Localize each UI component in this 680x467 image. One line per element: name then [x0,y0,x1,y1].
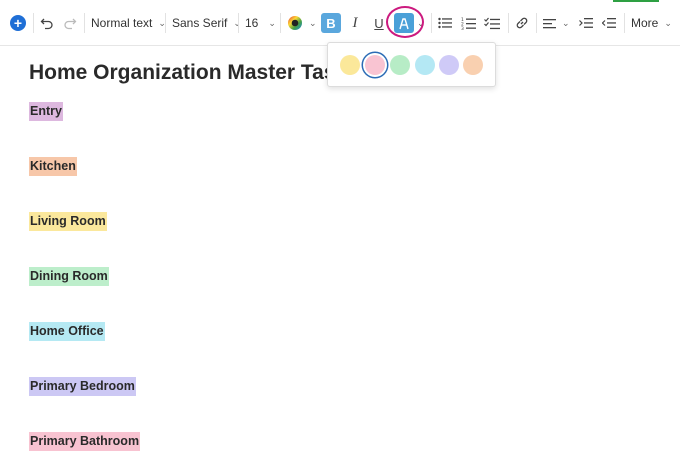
insert-button[interactable]: + [10,11,26,35]
section-heading-home-office: Home Office [29,322,105,341]
swatch-peach[interactable] [463,55,483,75]
section-heading-kitchen: Kitchen [29,157,77,176]
outdent-icon [602,18,616,28]
text-color-button[interactable]: ⌄ [287,11,317,35]
section-heading-primary-bathroom: Primary Bathroom [29,432,141,451]
swatch-cyan[interactable] [415,55,435,75]
toolbar-divider [536,13,537,33]
color-wheel-icon [288,16,302,30]
numbered-list-icon: 1 2 3 [461,17,476,30]
italic-button[interactable]: I [348,11,362,35]
highlight-annotation-circle [386,6,424,38]
page-title: Home Organization Master Tas [29,61,336,84]
toolbar-divider [165,13,166,33]
underline-button[interactable]: U [372,11,386,35]
more-label: More [631,16,659,30]
redo-icon [64,18,77,30]
swatch-green[interactable] [390,55,410,75]
outdent-button[interactable] [601,11,617,35]
chevron-down-icon: ⌄ [562,17,570,28]
status-indicator [613,0,659,2]
toolbar-divider [624,13,625,33]
editor-toolbar: + Normal text ⌄ Sans Serif ⌄ 16 ⌄ [0,0,680,46]
swatch-lavender[interactable] [439,55,459,75]
checklist-button[interactable] [483,11,501,35]
bold-button[interactable]: B [321,11,341,35]
underline-icon: U [374,15,384,31]
swatch-pink[interactable] [365,55,385,75]
toolbar-divider [431,13,432,33]
undo-button[interactable] [38,11,56,35]
toolbar-divider [508,13,509,33]
link-icon [516,17,528,29]
indent-icon [579,18,593,28]
toolbar-divider [238,13,239,33]
text-style-label: Normal text [91,16,153,30]
text-style-dropdown[interactable]: Normal text ⌄ [91,11,166,35]
align-left-icon [543,18,556,28]
chevron-down-icon: ⌄ [268,17,276,28]
italic-icon: I [352,14,358,31]
more-dropdown[interactable]: More ⌄ [631,11,672,35]
font-family-dropdown[interactable]: Sans Serif ⌄ [172,11,241,35]
chevron-down-icon: ⌄ [664,17,672,28]
section-heading-living-room: Living Room [29,212,107,231]
redo-button[interactable] [61,11,79,35]
section-heading-primary-bedroom: Primary Bedroom [29,377,136,396]
plus-icon: + [10,15,26,31]
align-dropdown[interactable]: ⌄ [543,11,570,35]
toolbar-divider [33,13,34,33]
bullet-list-button[interactable] [437,11,453,35]
highlight-color-palette [327,42,496,87]
svg-text:3: 3 [461,26,464,30]
bullet-list-icon [438,17,452,29]
font-family-label: Sans Serif [172,16,228,30]
section-heading-entry: Entry [29,102,63,121]
link-button[interactable] [514,11,530,35]
font-size-dropdown[interactable]: 16 ⌄ [245,11,276,35]
indent-button[interactable] [578,11,594,35]
swatch-yellow[interactable] [340,55,360,75]
bold-icon: B [321,13,341,33]
section-heading-dining-room: Dining Room [29,267,109,286]
toolbar-divider [280,13,281,33]
undo-icon [40,18,53,30]
numbered-list-button[interactable]: 1 2 3 [460,11,476,35]
font-size-label: 16 [245,16,259,30]
toolbar-divider [84,13,85,33]
checklist-icon [484,17,500,29]
chevron-down-icon: ⌄ [309,17,317,28]
